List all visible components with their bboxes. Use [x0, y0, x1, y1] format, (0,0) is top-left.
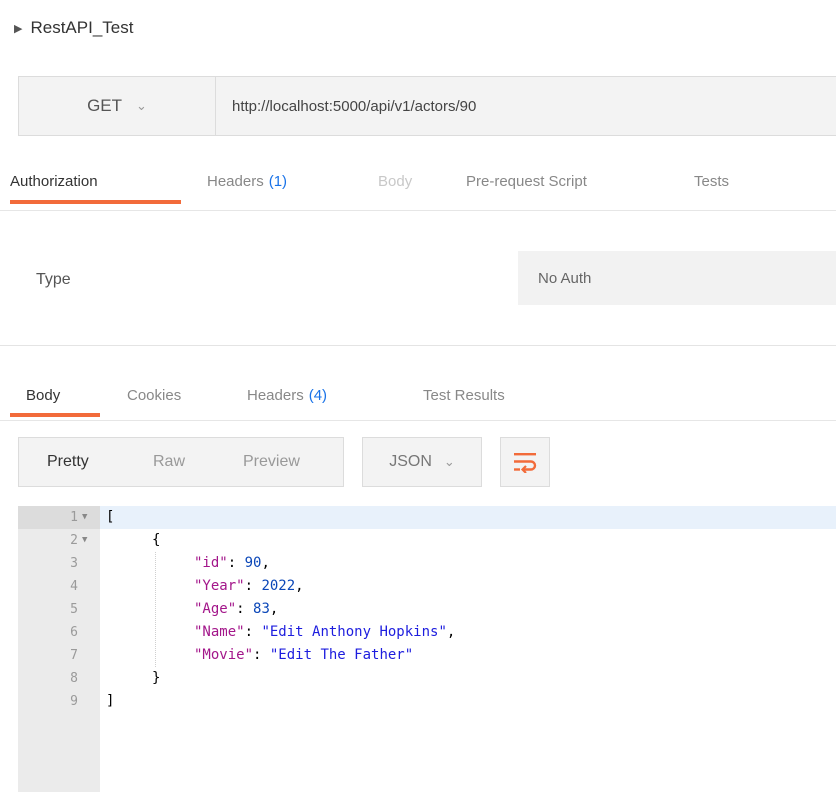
- line-number: 1: [70, 510, 78, 525]
- response-editor[interactable]: 1 2 3 4 5 6 7 8 9 ▼ ▼ [ { "id": 90, "Yea…: [18, 506, 836, 792]
- json-key: "Year": [194, 578, 245, 594]
- tab-label: Cookies: [127, 386, 182, 404]
- tab-label: Authorization: [10, 172, 98, 190]
- collection-header[interactable]: ▶ RestAPI_Test: [14, 16, 133, 40]
- chevron-down-icon: ⌄: [443, 454, 455, 469]
- tab-label: Tests: [694, 172, 730, 190]
- tab-tests[interactable]: Tests: [694, 164, 729, 198]
- tab-response-body[interactable]: Body: [26, 378, 60, 412]
- auth-type-label: Type: [36, 271, 71, 288]
- code-line: }: [152, 670, 161, 686]
- pretty-button[interactable]: Pretty: [47, 438, 89, 486]
- json-key: "Movie": [194, 647, 254, 663]
- active-line-highlight: [18, 506, 836, 529]
- wrap-icon: [514, 453, 537, 473]
- json-value: "Edit Anthony Hopkins": [261, 624, 447, 640]
- json-key: "Name": [194, 624, 245, 640]
- method-select[interactable]: GET ⌄: [19, 77, 216, 135]
- line-number: 9: [70, 694, 78, 709]
- code-line: [: [106, 509, 115, 525]
- json-value: 83: [253, 601, 270, 617]
- tab-label: Body: [378, 172, 413, 190]
- tab-test-results[interactable]: Test Results: [423, 378, 505, 412]
- line-number: 8: [70, 671, 78, 686]
- format-select[interactable]: JSON ⌄: [362, 437, 482, 487]
- method-label: GET: [87, 96, 123, 115]
- active-tab-indicator: [10, 200, 181, 204]
- tab-count: (1): [268, 172, 288, 190]
- tab-label: Body: [26, 386, 61, 404]
- collection-name: RestAPI_Test: [30, 18, 134, 37]
- request-tabs: Authorization Headers (1) Body Pre-reque…: [0, 164, 836, 211]
- tab-label: Headers: [247, 386, 304, 404]
- line-number: 2: [70, 533, 78, 548]
- line-number: 5: [70, 602, 78, 617]
- json-value: 2022: [261, 578, 296, 594]
- divider: [0, 345, 836, 346]
- wrap-lines-button[interactable]: [500, 437, 550, 487]
- tab-label: Headers: [207, 172, 264, 190]
- raw-button[interactable]: Raw: [153, 438, 185, 486]
- url-input[interactable]: http://localhost:5000/api/v1/actors/90: [216, 77, 476, 135]
- response-tabs: Body Cookies Headers (4) Test Results: [0, 378, 836, 421]
- tab-count: (4): [308, 386, 328, 404]
- view-mode-group: Pretty Raw Preview: [18, 437, 344, 487]
- chevron-down-icon: ⌄: [136, 98, 147, 113]
- code-line: "id": 90,: [194, 555, 270, 571]
- fold-toggle-icon[interactable]: ▼: [82, 529, 87, 552]
- json-value: "Edit The Father": [269, 647, 414, 663]
- line-number: 3: [70, 556, 78, 571]
- json-key: "id": [194, 555, 228, 571]
- tab-headers[interactable]: Headers (1): [207, 164, 287, 198]
- fold-toggle-icon[interactable]: ▼: [82, 506, 87, 529]
- code-line: "Year": 2022,: [194, 578, 304, 594]
- tab-response-headers[interactable]: Headers (4): [247, 378, 327, 412]
- tab-body[interactable]: Body: [378, 164, 412, 198]
- json-value: 90: [244, 555, 262, 571]
- line-number: 4: [70, 579, 78, 594]
- tab-cookies[interactable]: Cookies: [127, 378, 181, 412]
- code-line: "Age": 83,: [194, 601, 279, 617]
- tab-authorization[interactable]: Authorization: [10, 164, 98, 198]
- format-label: JSON: [389, 453, 432, 470]
- tab-pre-request-script[interactable]: Pre-request Script: [466, 164, 587, 198]
- tab-label: Test Results: [423, 386, 505, 404]
- json-key: "Age": [194, 601, 237, 617]
- code-line: {: [152, 532, 161, 548]
- line-number: 7: [70, 648, 78, 663]
- active-tab-indicator: [10, 413, 100, 417]
- indent-guide: [155, 552, 156, 667]
- code-line: "Name": "Edit Anthony Hopkins",: [194, 624, 456, 640]
- tab-label: Pre-request Script: [466, 172, 587, 190]
- code-line: "Movie": "Edit The Father": [194, 647, 414, 663]
- preview-button[interactable]: Preview: [243, 438, 300, 486]
- auth-type-select[interactable]: No Auth: [518, 251, 836, 305]
- line-number: 6: [70, 625, 78, 640]
- expand-triangle-icon[interactable]: ▶: [14, 22, 22, 35]
- request-bar: GET ⌄ http://localhost:5000/api/v1/actor…: [18, 76, 836, 136]
- code-line: ]: [106, 693, 115, 709]
